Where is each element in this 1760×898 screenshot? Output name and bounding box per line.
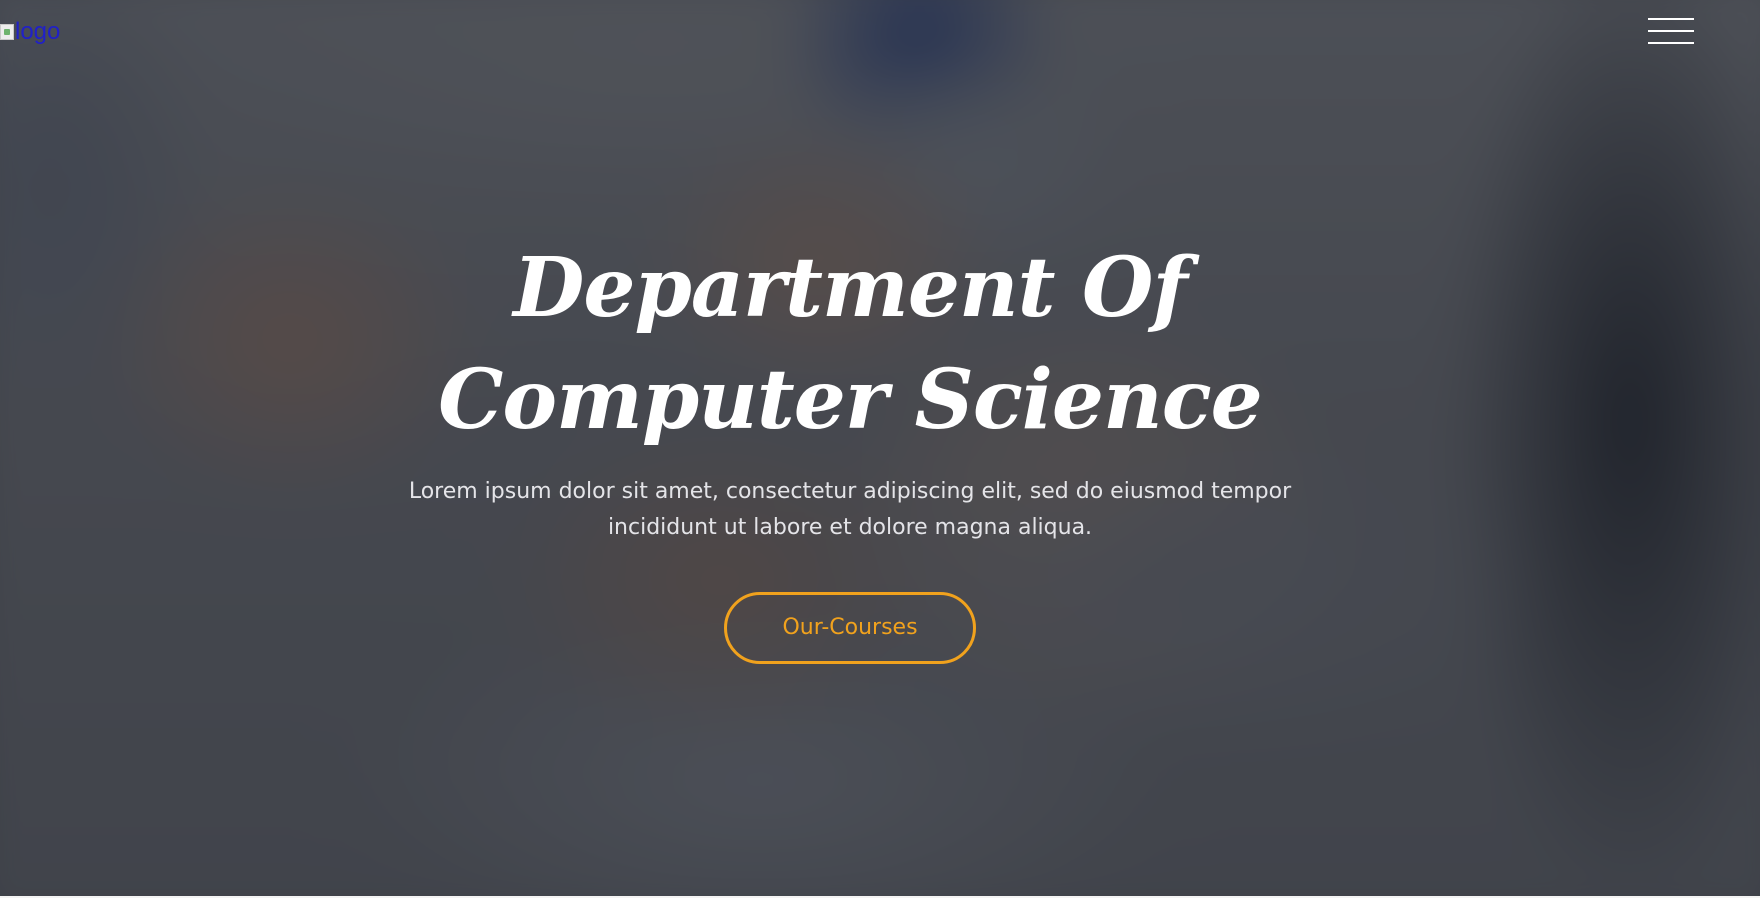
hero-content: Department Of Computer Science Lorem ips…: [340, 232, 1360, 664]
logo-alt-text: logo: [15, 18, 61, 45]
hero-section: logo Department Of Computer Science Lore…: [0, 0, 1760, 898]
hamburger-menu-icon[interactable]: [1648, 17, 1694, 47]
our-courses-button[interactable]: Our-Courses: [724, 592, 976, 664]
broken-image-icon: [0, 24, 14, 40]
menu-bar-bottom: [1648, 42, 1694, 44]
hero-subtitle: Lorem ipsum dolor sit amet, consectetur …: [408, 479, 1292, 540]
page-title: Department Of Computer Science: [438, 240, 1263, 448]
menu-bar-top: [1648, 18, 1694, 20]
logo-link[interactable]: logo: [0, 14, 60, 50]
menu-bar-middle: [1648, 30, 1694, 32]
